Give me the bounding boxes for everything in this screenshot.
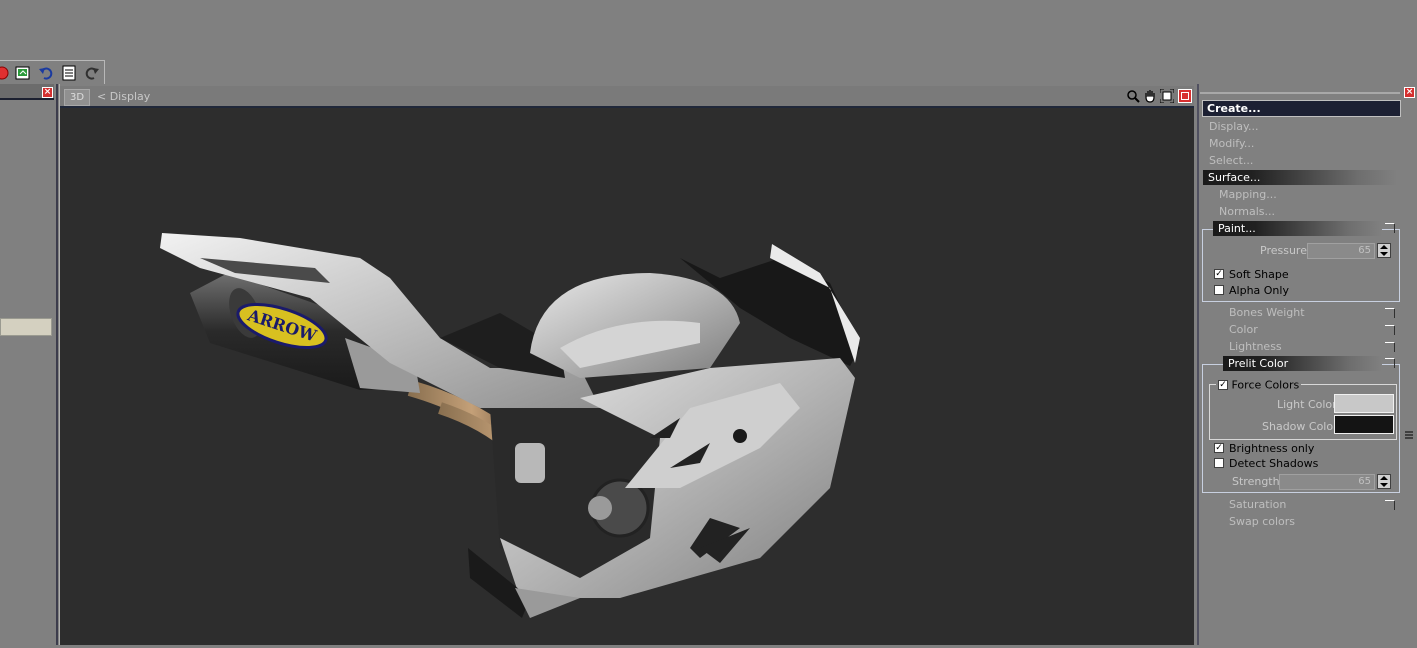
alpha-only-label: Alpha Only (1229, 284, 1289, 297)
alpha-only-checkbox[interactable] (1214, 285, 1224, 295)
image-export-icon[interactable] (15, 65, 31, 81)
bones-weight-handle[interactable] (1385, 308, 1395, 318)
toolbar (0, 60, 105, 85)
soft-shape-checkbox[interactable]: ✓ (1214, 269, 1224, 279)
left-panel-selected-item[interactable] (0, 318, 52, 336)
color-handle[interactable] (1385, 325, 1395, 335)
pressure-spinner[interactable] (1377, 243, 1391, 258)
viewport-title: < Display (97, 90, 151, 103)
shadow-color-label: Shadow Color: (1262, 420, 1342, 433)
pressure-field[interactable]: 65 (1307, 243, 1375, 259)
menu-display[interactable]: Display... (1209, 120, 1258, 134)
option-bones-weight[interactable]: Bones Weight (1229, 306, 1305, 320)
option-saturation[interactable]: Saturation (1229, 498, 1286, 512)
viewport-mode-tag[interactable]: 3D (64, 89, 90, 106)
menu-select[interactable]: Select... (1209, 154, 1253, 168)
soft-shape-label: Soft Shape (1229, 268, 1289, 281)
light-color-label: Light Color: (1277, 398, 1341, 411)
paint-expand-handle[interactable] (1385, 223, 1395, 233)
detect-shadows-label: Detect Shadows (1229, 457, 1319, 470)
brightness-only-label: Brightness only (1229, 442, 1315, 455)
option-lightness[interactable]: Lightness (1229, 340, 1282, 354)
detect-shadows-checkbox[interactable] (1214, 458, 1224, 468)
brightness-only-checkbox[interactable]: ✓ (1214, 443, 1224, 453)
strength-spinner[interactable] (1377, 474, 1391, 489)
stop-icon[interactable] (0, 65, 10, 81)
right-panel-close-icon[interactable]: × (1404, 87, 1415, 98)
motorcycle-model: ARROW (160, 233, 860, 618)
force-colors-checkbox[interactable]: ✓ (1218, 380, 1228, 390)
force-colors-legend: ✓ Force Colors (1216, 378, 1302, 392)
left-panel (0, 84, 58, 645)
pressure-label: Pressure: (1260, 244, 1311, 257)
pan-hand-icon[interactable] (1143, 89, 1157, 103)
panel-resize-grip-icon[interactable] (1405, 430, 1413, 440)
right-panel-top-rule (1200, 92, 1400, 94)
section-paint[interactable]: Paint... (1213, 221, 1382, 236)
menu-modify[interactable]: Modify... (1209, 137, 1254, 151)
prelit-expand-handle[interactable] (1385, 358, 1395, 368)
menu-normals[interactable]: Normals... (1219, 205, 1275, 219)
menu-create[interactable]: Create... (1202, 100, 1401, 117)
viewport-header (60, 86, 1194, 108)
option-color[interactable]: Color (1229, 323, 1258, 337)
undo-icon[interactable] (38, 65, 54, 81)
menu-mapping[interactable]: Mapping... (1219, 188, 1277, 202)
document-icon[interactable] (61, 65, 77, 81)
fit-view-icon[interactable] (1159, 88, 1175, 104)
strength-label: Strength: (1232, 475, 1284, 488)
maximize-viewport-icon[interactable] (1178, 89, 1192, 103)
redo-icon[interactable] (84, 65, 100, 81)
menu-surface[interactable]: Surface... (1203, 170, 1397, 185)
zoom-icon[interactable] (1126, 89, 1140, 103)
light-color-swatch[interactable] (1334, 394, 1394, 413)
3d-viewport[interactable]: ARROW (60, 108, 1194, 645)
lightness-handle[interactable] (1385, 342, 1395, 352)
saturation-handle[interactable] (1385, 500, 1395, 510)
left-panel-close-icon[interactable]: × (42, 87, 53, 98)
strength-field[interactable]: 65 (1279, 474, 1375, 490)
option-swap-colors[interactable]: Swap colors (1229, 515, 1295, 529)
section-prelit-color[interactable]: Prelit Color (1223, 356, 1382, 371)
force-colors-label: Force Colors (1231, 378, 1300, 392)
shadow-color-swatch[interactable] (1334, 415, 1394, 434)
